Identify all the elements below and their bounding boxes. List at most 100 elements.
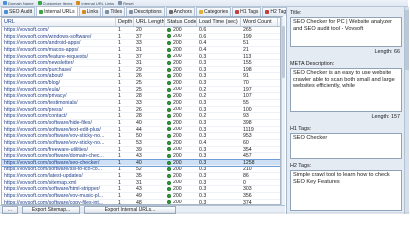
table-vertical-scrollbar[interactable] <box>281 17 285 205</box>
depth-cell: 1 <box>118 153 121 159</box>
tab-seo-audit[interactable]: SEO Audit <box>1 7 36 16</box>
column-header-url-length[interactable]: URL Length <box>134 18 165 26</box>
url-length-cell: 35 <box>136 173 142 179</box>
document-icon <box>129 10 134 14</box>
tab-categories[interactable]: Categories <box>195 7 232 16</box>
table-row[interactable]: https://vovsoft.com/software/seo-checker… <box>2 158 280 168</box>
table-row[interactable]: https://vovsoft.com/software/html-stripp… <box>2 186 280 194</box>
column-header-word-count[interactable]: Word Count <box>241 18 278 26</box>
status-ok-icon <box>167 54 171 59</box>
depth-cell: 1 <box>118 119 121 126</box>
table-row[interactable]: https://vovsoft.com/press/1 26 200 0.3 100 <box>2 107 280 114</box>
table-row[interactable]: https://vovsoft.com/purchase/1 29 200 0.3 19… <box>2 67 280 74</box>
column-header-url[interactable]: URL <box>2 18 116 26</box>
title-textbox[interactable]: SEO Checker for PC | Website analyzer an… <box>290 17 402 47</box>
url-length-cell: 49 <box>136 193 142 199</box>
status-code-cell: 200 <box>165 140 197 146</box>
word-count-cell: 113 <box>243 53 252 60</box>
depth-cell: 1 <box>118 53 121 60</box>
title-label: Title: <box>290 10 302 16</box>
toolbar-item-0[interactable]: Domain Name <box>3 1 34 6</box>
table-row[interactable]: https://vovsoft.com/latest-updates/1 35 20… <box>2 173 280 180</box>
tab-anchors[interactable]: Anchors <box>165 7 195 16</box>
word-count-cell: 51 <box>243 40 249 46</box>
panel-vertical-scrollbar[interactable] <box>404 7 409 214</box>
table-row[interactable]: https://vovsoft.com/windows-software/1 37… <box>2 34 280 41</box>
url-cell: https://vovsoft.com/software/ssl-to-ico-… <box>4 166 103 173</box>
table-row[interactable]: https://vovsoft.com/software/vov-sticky-… <box>2 140 280 147</box>
status-code-cell: 200 <box>165 153 197 159</box>
toolbar-item-3[interactable]: Reset <box>118 0 134 6</box>
status-ok-icon <box>167 187 171 192</box>
tab-titles[interactable]: Titles <box>102 7 126 16</box>
scrollbar-thumb[interactable] <box>282 26 285 78</box>
table-row[interactable]: https://vovsoft.com/android-apps/1 33 200 0… <box>2 40 280 47</box>
h1-tags-textbox[interactable]: SEO Checker <box>290 133 402 159</box>
url-length-cell: 44 <box>136 126 142 133</box>
status-code-cell: 200 <box>165 173 197 179</box>
status-code-cell: 200 <box>165 180 197 185</box>
table-row[interactable]: https://vovsoft.com/eula/1 25 200 0.2 197 <box>2 87 280 94</box>
table-row[interactable]: https://vovsoft.com/software/hide-files/… <box>2 120 280 127</box>
table-row[interactable]: https://vovsoft.com/software/domain-chec… <box>2 153 280 160</box>
url-length-cell: 31 <box>136 46 142 53</box>
status-code-value: 200 <box>173 126 182 133</box>
h2-tags-textbox[interactable]: Simple crawl tool to learn how to check … <box>290 170 402 211</box>
toolbar-item-1[interactable]: Customize Items <box>37 1 72 6</box>
table-row[interactable]: https://vovsoft.com/software/vov-music-p… <box>2 193 280 200</box>
tab-descriptions[interactable]: Descriptions <box>126 7 165 16</box>
table-row[interactable]: https://vovsoft.com/privacy/1 28 200 0.2 107 <box>2 93 280 101</box>
table-row[interactable]: https://vovsoft.com/1 20 200 0.6 265 <box>2 27 280 34</box>
url-length-cell: 43 <box>136 186 142 193</box>
table-row[interactable]: https://vovsoft.com/blog/1 25 200 0.3 70 <box>2 80 280 87</box>
table-row[interactable]: https://vovsoft.com/contact/1 28 200 0.2 93 <box>2 113 280 120</box>
load-time-cell: 0.2 <box>199 113 207 119</box>
status-ok-icon <box>167 120 171 125</box>
url-length-cell: 28 <box>136 113 142 119</box>
scrollbar-thumb[interactable] <box>405 10 409 70</box>
column-header-status-code[interactable]: Status Code <box>165 18 197 26</box>
column-header-depth[interactable]: Depth <box>116 18 134 26</box>
toolbar-item-2[interactable]: Internal URL Links <box>76 1 114 6</box>
load-time-cell: 0.2 <box>199 86 207 93</box>
table-row[interactable]: https://vovsoft.com/newsletter/1 31 200 0.3… <box>2 60 280 67</box>
tab-links[interactable]: Links <box>78 7 102 16</box>
table-body: https://vovsoft.com/1 20 200 0.6 265 https://… <box>2 27 280 204</box>
status-code-value: 200 <box>173 27 182 33</box>
toolbar-icon <box>76 1 81 5</box>
url-length-cell: 37 <box>136 33 142 40</box>
table-row[interactable]: https://vovsoft.com/testimonials/1 33 200 0… <box>2 100 280 107</box>
column-header-load-time[interactable]: Load Time (sec) <box>197 18 241 26</box>
status-ok-icon <box>167 47 171 52</box>
table-row[interactable]: https://vovsoft.com/software/text-edit-p… <box>2 127 280 134</box>
table-row[interactable]: https://vovsoft.com/about/1 26 200 0.3 91 <box>2 73 280 81</box>
toolbar-item-label: Reset <box>123 0 134 6</box>
depth-cell: 1 <box>118 179 121 186</box>
status-code-cell: 200 <box>165 186 197 192</box>
table-row[interactable]: https://vovsoft.com/freeware-utilities/1… <box>2 147 280 154</box>
status-ok-icon <box>167 67 171 72</box>
toolbar-icon <box>3 1 7 5</box>
depth-cell: 1 <box>118 106 121 113</box>
word-count-cell: 86 <box>243 173 249 179</box>
table-row[interactable]: https://vovsoft.com/sitemap.xml 1 31 200 0.3… <box>2 180 280 187</box>
tab-internal-urls[interactable]: Internal URLs <box>36 6 78 16</box>
tab-h1-tags[interactable]: H1 Tags <box>232 7 262 16</box>
table-row[interactable]: https://vovsoft.com/software/vov-sticky-… <box>2 133 280 140</box>
url-cell: https://vovsoft.com/about/ <box>4 73 64 80</box>
depth-cell: 1 <box>118 60 121 66</box>
table-row[interactable]: https://vovsoft.com/macos-apps/1 31 200 0.4… <box>2 47 280 54</box>
depth-cell: 1 <box>118 173 121 179</box>
tab-bar: SEO Audit Internal URLs Links Titles Descrip… <box>0 6 292 17</box>
status-code-cell: 200 <box>165 87 197 92</box>
status-code-cell: 200 <box>165 160 197 165</box>
status-code-cell: 200 <box>165 67 197 72</box>
status-code-cell: 200 <box>165 93 197 99</box>
word-count-cell: 354 <box>243 146 252 153</box>
table-row[interactable]: https://vovsoft.com/software/ssl-to-ico-… <box>2 166 280 174</box>
title-length: Length: 66 <box>374 49 400 55</box>
depth-cell: 1 <box>118 100 121 106</box>
table-row[interactable]: https://vovsoft.com/feature-requests/1 37… <box>2 54 280 61</box>
meta-description-textbox[interactable]: SEO Checker is an easy to use website cr… <box>290 68 402 112</box>
status-code-cell: 200 <box>165 126 197 133</box>
